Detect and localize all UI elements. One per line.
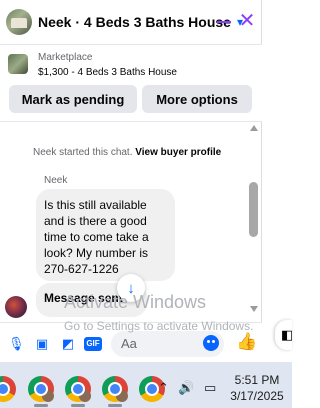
profile-badge-icon bbox=[116, 390, 128, 402]
clock-date: 3/17/2025 bbox=[230, 389, 284, 403]
chat-title[interactable]: Neek · 4 Beds 3 Baths House bbox=[38, 14, 231, 30]
chat-start-notice: Neek started this chat. View buyer profi… bbox=[33, 147, 221, 158]
more-options-button[interactable]: More options bbox=[142, 85, 252, 113]
chrome-icon[interactable] bbox=[28, 376, 54, 402]
mark-as-pending-button[interactable]: Mark as pending bbox=[9, 85, 137, 113]
listing-title[interactable]: $1,300 - 4 Beds 3 Baths House bbox=[38, 67, 177, 78]
chrome-icon[interactable] bbox=[65, 376, 91, 402]
clock-time: 5:51 PM bbox=[234, 373, 280, 387]
taskbar-indicator bbox=[108, 404, 122, 407]
taskbar: ⌃ 🔊 ▭ 5:51 PM 3/17/2025 bbox=[0, 362, 292, 408]
thumbs-up-icon[interactable]: 👍 bbox=[236, 333, 257, 352]
message-composer: 🎙 ▣ ◩ GIF Aa 👍 bbox=[0, 322, 262, 362]
minimize-icon[interactable] bbox=[217, 21, 231, 23]
chat-header[interactable]: Neek · 4 Beds 3 Baths House ▾ ✕ bbox=[0, 0, 262, 44]
taskbar-indicator bbox=[71, 404, 85, 407]
gif-button[interactable]: GIF bbox=[84, 337, 102, 351]
chat-window: Neek · 4 Beds 3 Baths House ▾ ✕ Marketpl… bbox=[0, 0, 262, 362]
window-icon: ◧ bbox=[281, 327, 294, 342]
microphone-icon[interactable]: 🎙 bbox=[8, 336, 25, 352]
sender-avatar[interactable] bbox=[5, 296, 27, 318]
sender-name: Neek bbox=[44, 175, 68, 186]
view-buyer-profile-link[interactable]: View buyer profile bbox=[135, 147, 221, 158]
scroll-down-icon[interactable] bbox=[250, 306, 258, 312]
system-text: Neek started this chat. bbox=[33, 147, 133, 158]
sticker-icon[interactable]: ◩ bbox=[60, 336, 76, 352]
scrollbar[interactable] bbox=[248, 123, 260, 320]
listing-thumbnail[interactable] bbox=[8, 54, 28, 74]
scroll-up-icon[interactable] bbox=[250, 125, 258, 131]
listing-avatar[interactable] bbox=[6, 9, 32, 35]
taskbar-indicator bbox=[34, 404, 48, 407]
message-bubble[interactable]: Is this still available and is there a g… bbox=[36, 189, 175, 281]
profile-badge-icon bbox=[42, 390, 54, 402]
volume-icon[interactable]: 🔊 bbox=[178, 380, 194, 396]
chrome-icon[interactable] bbox=[0, 376, 16, 402]
network-icon[interactable]: ▭ bbox=[204, 380, 216, 396]
marketplace-label: Marketplace bbox=[38, 52, 93, 63]
message-list[interactable]: Neek started this chat. View buyer profi… bbox=[0, 123, 262, 320]
profile-badge-icon bbox=[79, 390, 91, 402]
close-icon[interactable]: ✕ bbox=[238, 11, 256, 31]
photo-icon[interactable]: ▣ bbox=[34, 336, 50, 352]
chrome-icon[interactable] bbox=[102, 376, 128, 402]
show-hidden-icons-icon[interactable]: ⌃ bbox=[158, 380, 169, 396]
arrow-down-icon[interactable]: ↓ bbox=[117, 274, 145, 302]
adjacent-window-edge[interactable]: ◧ bbox=[275, 320, 294, 350]
system-clock[interactable]: 5:51 PM 3/17/2025 bbox=[229, 372, 285, 404]
marketplace-panel: Marketplace $1,300 - 4 Beds 3 Baths Hous… bbox=[0, 44, 262, 122]
emoji-icon[interactable] bbox=[203, 335, 219, 351]
scrollbar-thumb[interactable] bbox=[249, 182, 258, 237]
